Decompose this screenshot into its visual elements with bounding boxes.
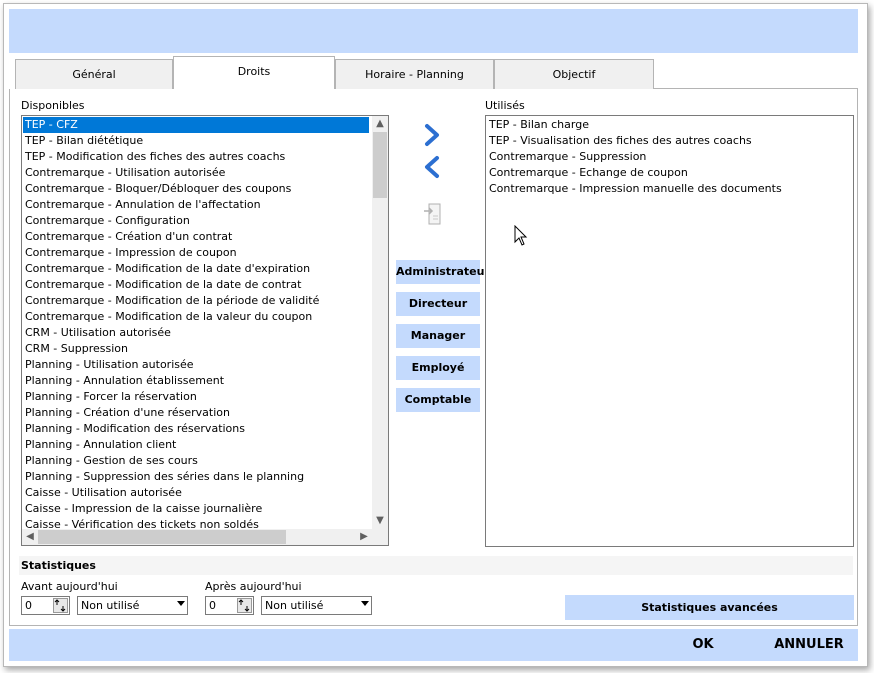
available-list-item[interactable]: Caisse - Utilisation autorisée [23,485,369,501]
tab-general[interactable]: Général [15,59,173,89]
available-vscroll-thumb[interactable] [373,132,387,198]
scroll-up-icon[interactable]: ▲ [372,116,388,132]
available-list-item[interactable]: Planning - Annulation client [23,437,369,453]
role-manager-button[interactable]: Manager [396,324,480,348]
used-list-item[interactable]: Contremarque - Echange de coupon [487,165,849,181]
statistics-title: Statistiques [21,559,96,572]
move-right-icon[interactable] [421,123,443,147]
before-today-label: Avant aujourd'hui [21,580,118,593]
available-list-item[interactable]: Planning - Forcer la réservation [23,389,369,405]
available-list-item[interactable]: CRM - Suppression [23,341,369,357]
tab-bar: Général Droits Horaire - Planning Object… [9,56,858,90]
available-list-item[interactable]: Contremarque - Modification de la périod… [23,293,369,309]
after-today-select[interactable]: Non utilisé [261,596,372,615]
scroll-left-icon[interactable]: ◀ [22,529,38,545]
available-list-item[interactable]: Contremarque - Modification de la date d… [23,261,369,277]
paste-icon[interactable] [420,200,446,228]
available-label: Disponibles [21,99,85,112]
cancel-button[interactable]: ANNULER [766,629,852,661]
available-list-item[interactable]: Caisse - Impression de la caisse journal… [23,501,369,517]
available-list-item[interactable]: Planning - Modification des réservations [23,421,369,437]
available-list-item[interactable]: Planning - Utilisation autorisée [23,357,369,373]
available-list-item[interactable]: Contremarque - Annulation de l'affectati… [23,197,369,213]
available-vscrollbar[interactable]: ▲ ▼ [372,116,388,529]
before-today-spinner[interactable]: 0 [21,596,70,615]
available-list-item[interactable]: Contremarque - Impression de coupon [23,245,369,261]
used-list-item[interactable]: Contremarque - Impression manuelle des d… [487,181,849,197]
chevron-down-icon [177,601,185,606]
available-list[interactable]: TEP - CFZ TEP - Bilan diététique TEP - Mod… [21,115,389,546]
available-list-item[interactable]: Planning - Gestion de ses cours [23,453,369,469]
available-list-item[interactable]: Contremarque - Bloquer/Débloquer des cou… [23,181,369,197]
available-list-item[interactable]: Contremarque - Configuration [23,213,369,229]
role-directeur-button[interactable]: Directeur [396,292,480,316]
available-list-item[interactable]: Planning - Suppression des séries dans l… [23,469,369,485]
used-list-item[interactable]: TEP - Bilan charge [487,117,849,133]
before-today-value: 0 [25,599,32,612]
move-left-icon[interactable] [421,155,443,179]
statistics-header: Statistiques [19,556,853,575]
after-today-spinner[interactable]: 0 [205,596,254,615]
mouse-cursor-icon [514,224,528,247]
scroll-corner [372,529,388,545]
available-list-item[interactable]: Planning - Annulation établissement [23,373,369,389]
ok-button[interactable]: OK [672,629,734,661]
used-list-item[interactable]: TEP - Visualisation des fiches des autre… [487,133,849,149]
spinner-updown-icon[interactable] [53,598,68,613]
after-today-label: Après aujourd'hui [205,580,302,593]
role-administrateur-button[interactable]: Administrateur [396,260,490,284]
chevron-down-icon [361,601,369,606]
advanced-statistics-button[interactable]: Statistiques avancées [565,595,854,620]
scroll-right-icon[interactable]: ▶ [356,529,372,545]
tab-horaire-planning[interactable]: Horaire - Planning [335,59,494,89]
available-list-item[interactable]: TEP - Bilan diététique [23,133,369,149]
before-today-select-value: Non utilisé [81,599,140,612]
tab-droits[interactable]: Droits [173,56,335,90]
tab-objectif[interactable]: Objectif [494,59,654,89]
available-list-item[interactable]: Contremarque - Utilisation autorisée [23,165,369,181]
available-list-item[interactable]: Contremarque - Création d'un contrat [23,229,369,245]
available-list-item[interactable]: TEP - Modification des fiches des autres… [23,149,369,165]
before-today-select[interactable]: Non utilisé [77,596,188,615]
available-list-item[interactable]: Contremarque - Modification de la date d… [23,277,369,293]
available-list-item[interactable]: TEP - CFZ [23,117,369,133]
available-hscrollbar[interactable]: ◀ ▶ [22,529,372,545]
available-list-item[interactable]: Contremarque - Modification de la valeur… [23,309,369,325]
after-today-select-value: Non utilisé [265,599,324,612]
available-hscroll-thumb[interactable] [38,530,286,544]
available-list-item[interactable]: Planning - Création d'une réservation [23,405,369,421]
role-employe-button[interactable]: Employé [396,356,480,380]
scroll-down-icon[interactable]: ▼ [372,513,388,529]
used-list[interactable]: TEP - Bilan charge TEP - Visualisation de… [485,115,854,547]
title-bar [9,9,858,53]
role-comptable-button[interactable]: Comptable [396,388,480,412]
used-label: Utilisés [485,99,525,112]
spinner-updown-icon[interactable] [237,598,252,613]
available-list-item[interactable]: CRM - Utilisation autorisée [23,325,369,341]
used-list-item[interactable]: Contremarque - Suppression [487,149,849,165]
after-today-value: 0 [209,599,216,612]
